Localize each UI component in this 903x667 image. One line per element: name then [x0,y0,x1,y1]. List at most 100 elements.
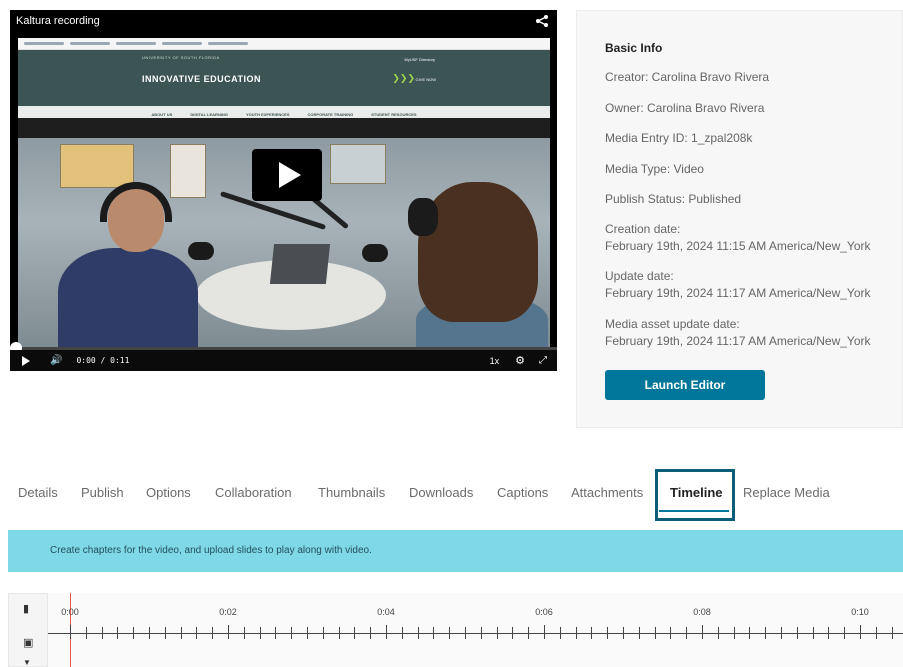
timeline-minor-tick [370,627,372,639]
timeline-toolbar: ▮ ▣ ▼ [8,593,48,667]
timeline-label: 0:08 [693,607,711,617]
site-nav-item: CORPORATE TRAINING [307,111,354,117]
timeline-minor-tick [654,627,656,639]
timeline-minor-tick [117,627,119,639]
tab-attachments[interactable]: Attachments [571,485,643,500]
timeline-minor-tick [607,627,609,639]
tab-thumbnails[interactable]: Thumbnails [318,485,385,500]
launch-editor-button[interactable]: Launch Editor [605,370,765,400]
info-banner: Create chapters for the video, and uploa… [8,530,903,572]
timeline-minor-tick [623,627,624,639]
person-right-image [398,176,548,348]
asset-value: February 19th, 2024 11:17 AM America/New… [605,334,871,348]
timeline-minor-tick [717,627,719,639]
play-icon [279,162,301,188]
timeline-major-tick [386,625,387,639]
timeline-minor-tick [875,627,877,639]
tab-replace-media[interactable]: Replace Media [743,485,830,500]
timeline-minor-tick [670,627,672,639]
timeline-minor-tick [528,627,530,639]
info-entry-id: Media Entry ID: 1_zpal208k [605,131,753,145]
chevron-down-icon[interactable]: ▼ [23,658,31,667]
bookmark-icon[interactable]: ▮ [23,602,29,615]
timeline-minor-tick [465,627,466,639]
timeline-minor-tick [291,627,293,639]
share-icon[interactable] [535,14,549,28]
timeline-minor-tick [765,627,767,639]
info-creator: Creator: Carolina Bravo Rivera [605,70,770,84]
timeline-minor-tick [275,627,277,639]
timeline-minor-tick [796,627,798,639]
asset-label: Media asset update date: [605,317,740,331]
timeline-minor-tick [844,627,846,639]
timeline-major-tick [228,625,229,639]
tab-collaboration[interactable]: Collaboration [215,485,292,500]
info-owner: Owner: Carolina Bravo Rivera [605,101,765,115]
timeline-minor-tick [180,627,182,639]
timeline-major-tick [544,625,545,639]
timeline-label: 0:00 [61,607,79,617]
site-nav-item: ABOUT US [151,111,173,117]
timeline-minor-tick [591,627,593,639]
site-nav-item: DIGITAL LEARNING [190,111,228,117]
update-label: Update date: [605,269,674,283]
tab-publish[interactable]: Publish [81,485,124,500]
file-icon[interactable]: ▣ [23,636,33,649]
timeline-minor-tick [559,627,561,639]
timeline-minor-tick [212,627,214,639]
creation-label: Creation date: [605,222,681,236]
timeline-minor-tick [243,627,245,639]
tab-downloads[interactable]: Downloads [409,485,473,500]
timeline-minor-tick [307,627,308,639]
timeline-minor-tick [85,627,87,639]
speed-button[interactable]: 1x [490,356,500,366]
tab-options[interactable]: Options [146,485,191,500]
timeline-major-tick [70,625,71,639]
site-title: INNOVATIVE EDUCATION [142,74,262,84]
update-value: February 19th, 2024 11:17 AM America/New… [605,286,871,300]
timeline-minor-tick [812,627,814,639]
gear-icon[interactable]: ⚙ [515,354,525,367]
timeline-minor-tick [401,627,403,639]
basic-info-panel: Basic Info Creator: Carolina Bravo River… [576,10,903,428]
fullscreen-icon[interactable]: ⤢ [539,355,547,366]
video-player[interactable]: Kaltura recording UNIVERSITY OF SOUTH FL… [10,10,557,371]
timeline-minor-tick [101,627,103,639]
timeline-minor-tick [575,627,577,639]
info-update-date: Update date: February 19th, 2024 11:17 A… [605,268,870,302]
give-arrows-icon: ❯❯❯ [392,73,415,83]
site-nav-item: YOUTH EXPERIENCES [245,111,290,117]
info-media-type: Media Type: Video [605,162,704,176]
timeline-major-tick [702,625,703,639]
timeline[interactable]: 0:00 0:02 0:04 0:06 0:08 0:10 [48,593,903,667]
site-myusf: MyUSF Directory [404,57,435,62]
timeline-minor-tick [449,627,451,639]
timeline-minor-tick [338,627,340,639]
tab-details[interactable]: Details [18,485,58,500]
info-heading: Basic Info [605,41,663,55]
timeline-minor-tick [781,627,782,639]
video-title: Kaltura recording [16,15,100,27]
timeline-minor-tick [749,627,751,639]
timeline-minor-tick [133,627,135,639]
person-left-image [48,178,198,348]
tab-captions[interactable]: Captions [497,485,548,500]
timeline-label: 0:06 [535,607,553,617]
laptop-image [269,244,331,284]
timeline-minor-tick [496,627,498,639]
timeline-minor-tick [638,627,640,639]
timeline-minor-tick [149,627,150,639]
timeline-label: 0:02 [219,607,237,617]
play-icon[interactable] [22,355,30,366]
timeline-minor-tick [828,627,830,639]
tab-focus-outline [655,469,735,521]
player-controls: 🔊 0:00 / 0:11 1x ⚙ ⤢ [10,350,557,371]
big-play-button[interactable] [252,149,322,201]
timeline-minor-tick [259,627,261,639]
time-display: 0:00 / 0:11 [76,356,130,365]
site-give: GIVE NOW [415,77,436,82]
timeline-axis [48,633,903,634]
info-asset-date: Media asset update date: February 19th, … [605,316,870,350]
volume-icon[interactable]: 🔊 [50,355,62,366]
creation-value: February 19th, 2024 11:15 AM America/New… [605,239,871,253]
